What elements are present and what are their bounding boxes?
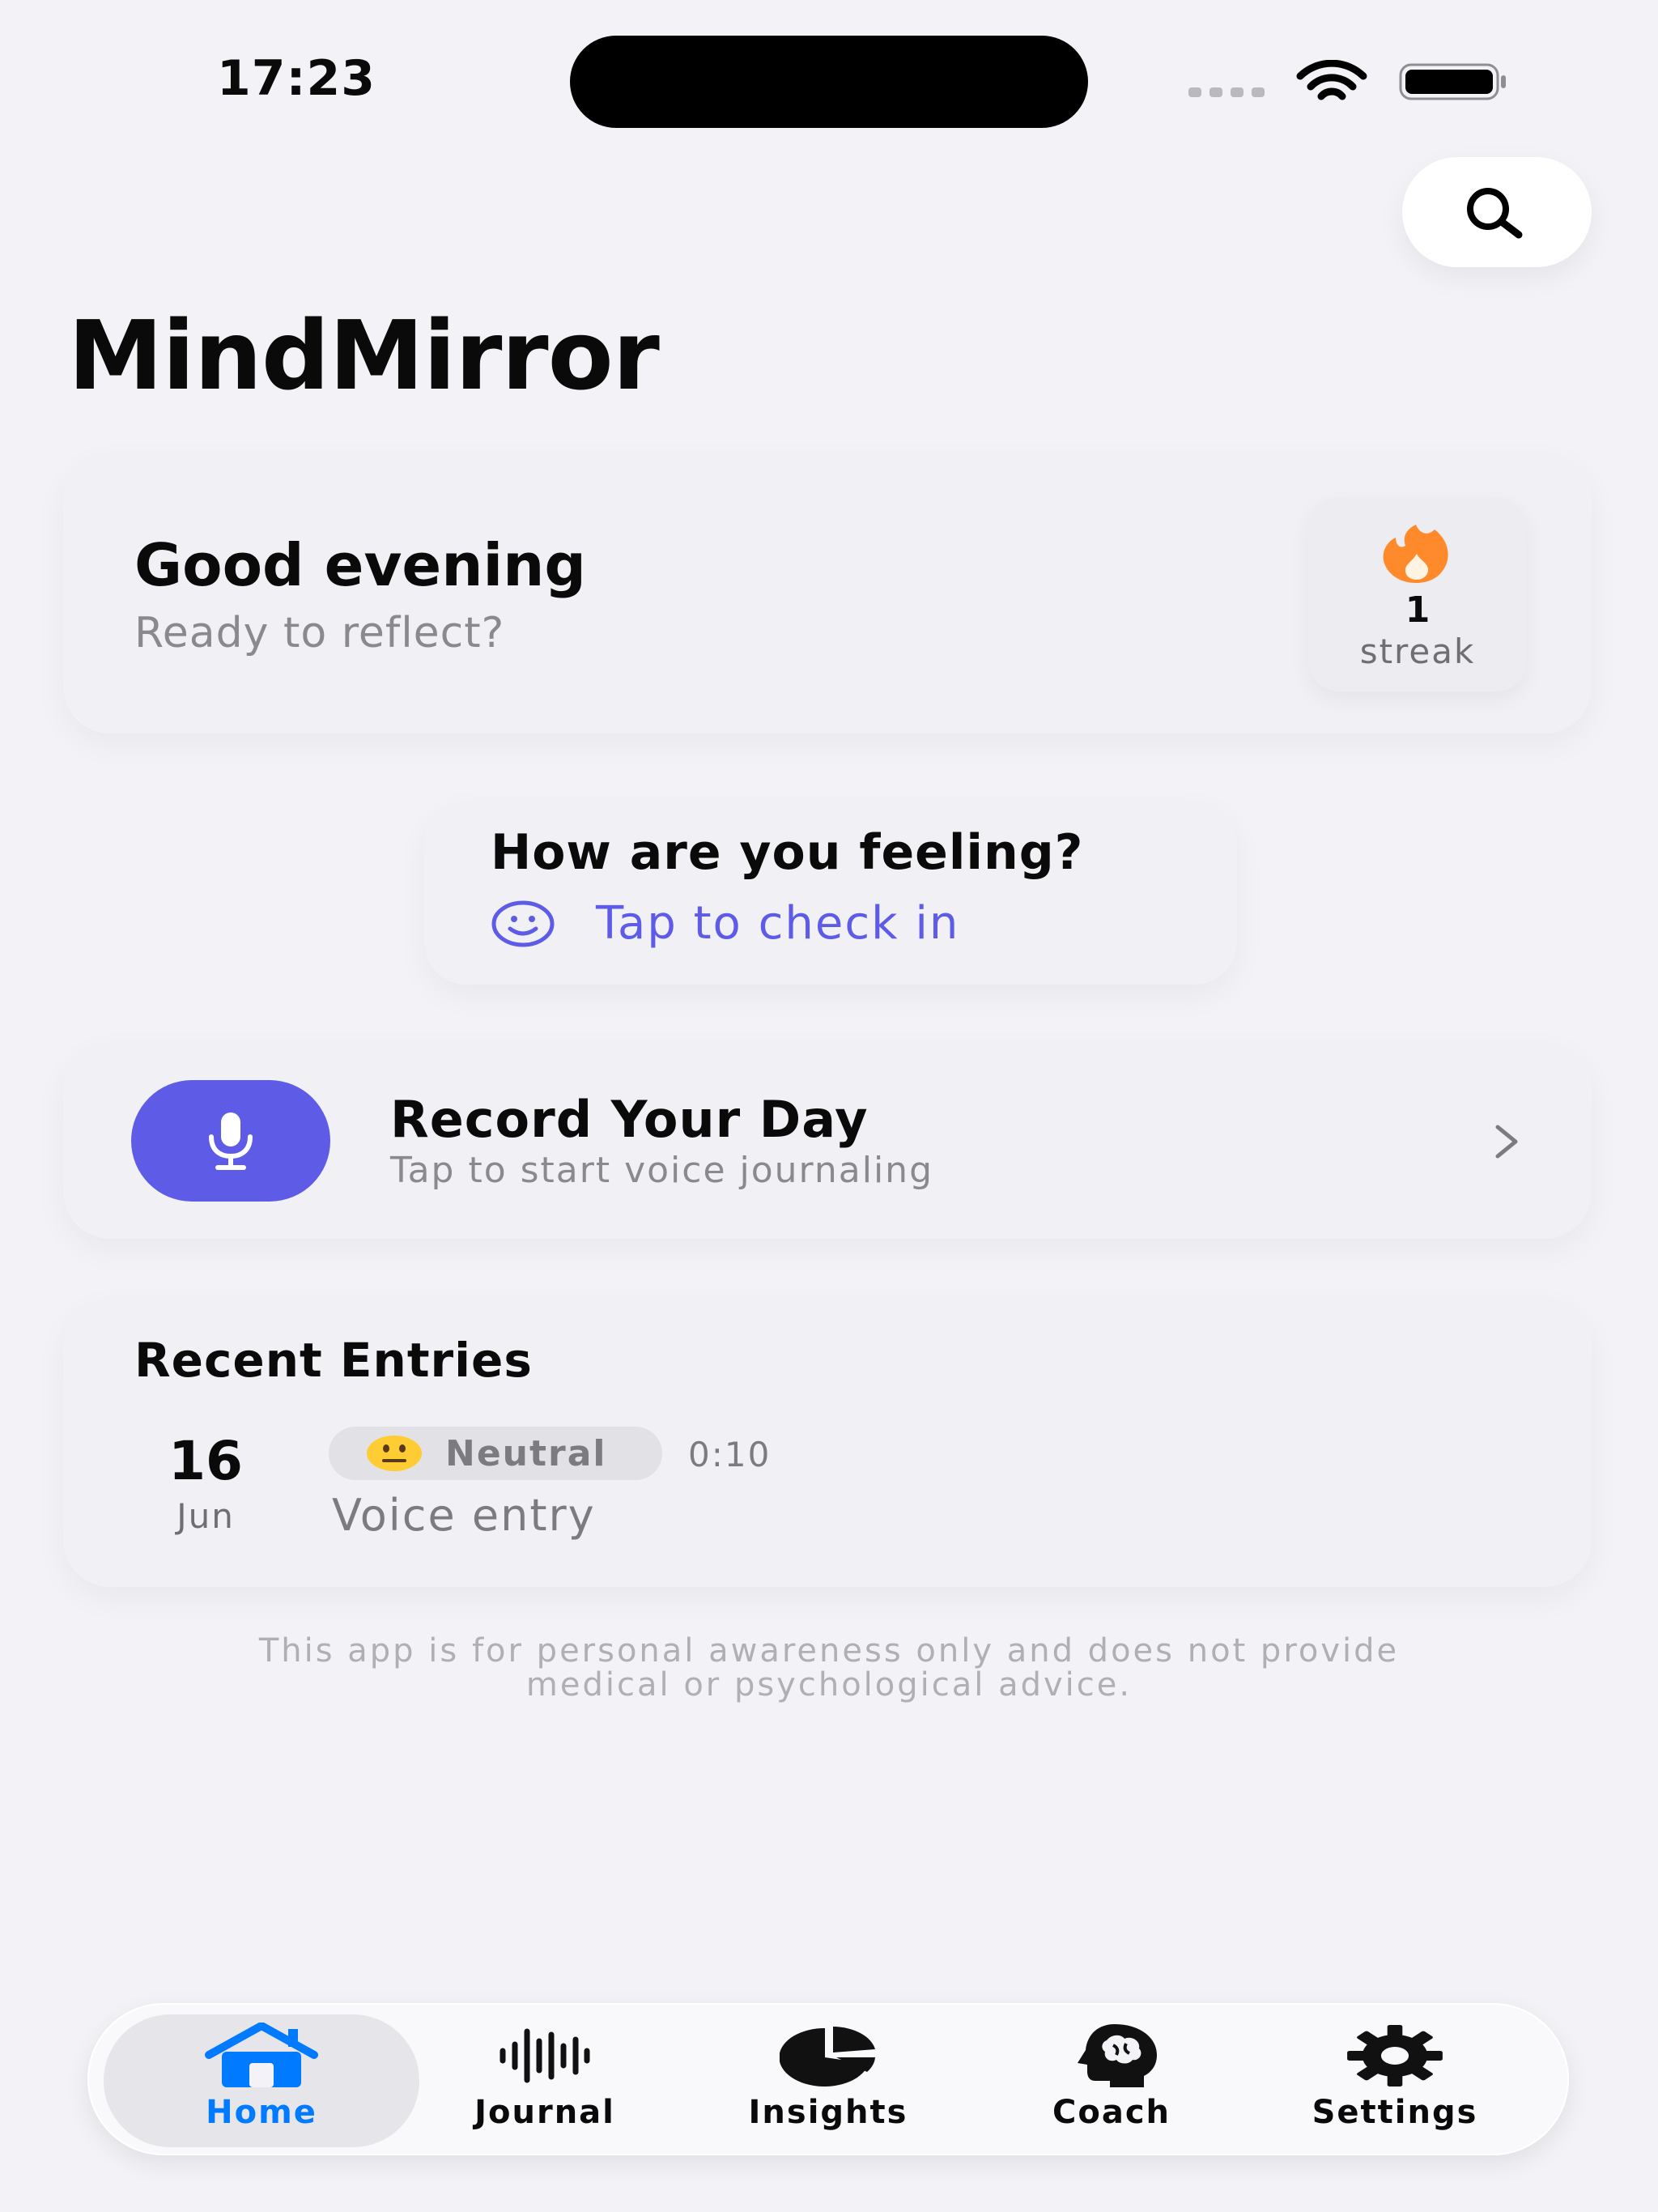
record-title: Record Your Day bbox=[390, 1090, 869, 1149]
mood-checkin-cta[interactable]: Tap to check in bbox=[491, 897, 959, 950]
streak-count: 1 bbox=[1405, 589, 1431, 631]
dynamic-island bbox=[570, 36, 1088, 128]
disclaimer-line-1: This app is for personal awareness only … bbox=[258, 1632, 1400, 1670]
disclaimer: This app is for personal awareness only … bbox=[130, 1634, 1528, 1702]
flame-icon bbox=[1383, 525, 1448, 583]
status-time: 17:23 bbox=[217, 50, 376, 107]
page-title: MindMirror bbox=[68, 300, 660, 411]
home-screen: 17:23 MindMirror Good evening Ready to r… bbox=[0, 0, 1658, 2212]
cellular-signal-icon bbox=[1188, 87, 1265, 97]
tab-label: Settings bbox=[1312, 2094, 1478, 2131]
tab-coach[interactable]: Coach bbox=[978, 2021, 1245, 2142]
tab-label: Home bbox=[206, 2094, 317, 2131]
entry-day[interactable]: 16 bbox=[134, 1430, 277, 1492]
smiley-icon bbox=[491, 900, 555, 946]
mood-checkin-label: Tap to check in bbox=[596, 897, 960, 950]
recent-entries-title: Recent Entries bbox=[134, 1333, 533, 1388]
brain-head-icon bbox=[1078, 2024, 1157, 2087]
entry-month[interactable]: Jun bbox=[134, 1496, 277, 1536]
neutral-face-icon bbox=[367, 1436, 422, 1471]
waveform-icon bbox=[500, 2028, 590, 2083]
record-button[interactable] bbox=[131, 1080, 330, 1202]
disclaimer-line-2: medical or psychological advice. bbox=[525, 1666, 1133, 1704]
battery-icon bbox=[1399, 63, 1506, 100]
chevron-right-icon bbox=[1495, 1125, 1518, 1159]
house-icon bbox=[205, 2023, 318, 2087]
record-subtitle: Tap to start voice journaling bbox=[390, 1150, 933, 1191]
gear-icon bbox=[1347, 2025, 1443, 2087]
search-icon bbox=[1467, 188, 1523, 239]
entry-duration: 0:10 bbox=[688, 1435, 772, 1474]
mood-badge: Neutral bbox=[329, 1427, 662, 1480]
tab-journal[interactable]: Journal bbox=[411, 2021, 678, 2142]
search-button[interactable] bbox=[1402, 157, 1592, 267]
greeting-title: Good evening bbox=[134, 531, 586, 599]
tab-label: Insights bbox=[748, 2094, 908, 2131]
tab-label: Journal bbox=[474, 2094, 615, 2131]
mood-checkin-title: How are you feeling? bbox=[491, 824, 1084, 881]
streak-label: streak bbox=[1359, 632, 1476, 671]
greeting-subtitle: Ready to reflect? bbox=[134, 609, 505, 657]
wifi-icon bbox=[1296, 60, 1367, 100]
tab-insights[interactable]: Insights bbox=[695, 2021, 962, 2142]
tab-label: Coach bbox=[1052, 2094, 1171, 2131]
entry-type[interactable]: Voice entry bbox=[332, 1490, 596, 1541]
microphone-icon bbox=[209, 1112, 253, 1170]
tab-settings[interactable]: Settings bbox=[1261, 2021, 1528, 2142]
pie-chart-icon bbox=[780, 2027, 875, 2087]
mood-badge-label: Neutral bbox=[445, 1432, 607, 1474]
tab-home[interactable]: Home bbox=[128, 2021, 395, 2142]
